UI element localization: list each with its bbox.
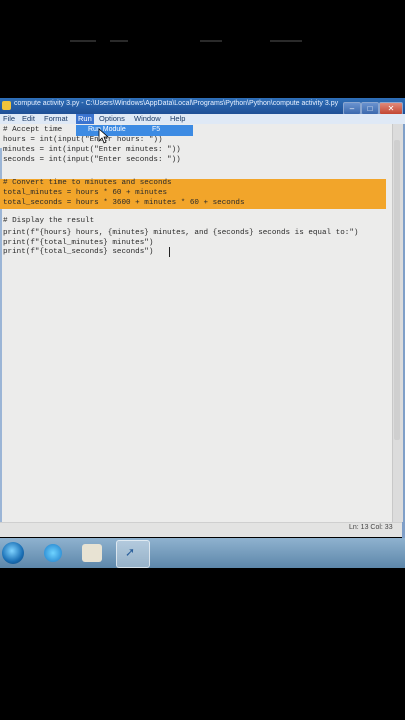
background-mark — [70, 40, 96, 42]
scrollbar-thumb[interactable] — [394, 140, 400, 440]
window-title: compute activity 3.py - C:\Users\Windows… — [14, 100, 339, 107]
start-orb-icon[interactable] — [2, 542, 24, 564]
text-cursor — [169, 247, 170, 257]
code-line: total_seconds = hours * 3600 + minutes *… — [3, 199, 245, 207]
mouse-pointer-icon — [98, 128, 110, 144]
cursor-position: Ln: 13 Col: 33 — [349, 524, 393, 531]
menu-edit[interactable]: Edit — [22, 114, 35, 124]
code-line: hours = int(input("Enter hours: ")) — [3, 136, 163, 144]
code-line: print(f"{total_seconds} seconds") — [3, 248, 154, 256]
code-line: # Convert time to minutes and seconds — [3, 179, 172, 187]
folder-icon[interactable] — [82, 544, 102, 562]
idle-app-icon — [2, 101, 11, 110]
menu-help[interactable]: Help — [170, 114, 185, 124]
menu-file[interactable]: File — [3, 114, 15, 124]
background-mark — [110, 40, 128, 42]
menu-options[interactable]: Options — [99, 114, 125, 124]
code-line: print(f"{hours} hours, {minutes} minutes… — [3, 229, 359, 237]
background-mark — [270, 40, 302, 42]
menu-format[interactable]: Format — [44, 114, 68, 124]
background-mark — [200, 40, 222, 42]
code-line: seconds = int(input("Enter seconds: ")) — [3, 156, 181, 164]
python-idle-icon: ➚ — [125, 545, 136, 559]
menu-window[interactable]: Window — [134, 114, 161, 124]
code-line: # Accept time — [3, 126, 63, 134]
menu-run[interactable]: Run — [76, 114, 94, 124]
code-line: # Display the result — [3, 217, 95, 225]
run-module-shortcut: F5 — [152, 126, 161, 133]
code-line: minutes = int(input("Enter minutes: ")) — [3, 146, 181, 154]
internet-explorer-icon[interactable] — [44, 544, 62, 562]
code-line: total_minutes = hours * 60 + minutes — [3, 189, 168, 197]
status-bar — [0, 522, 402, 537]
